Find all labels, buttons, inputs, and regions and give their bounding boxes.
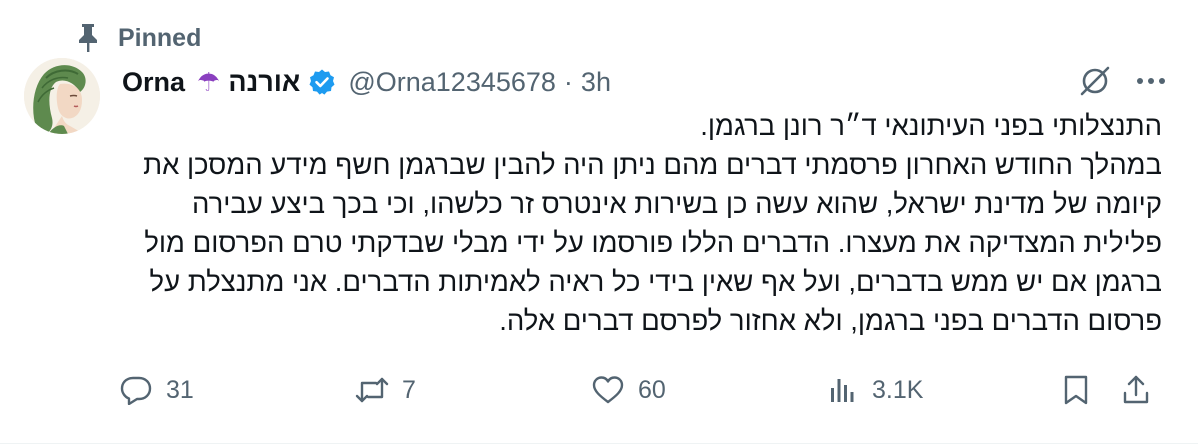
reply-icon [118,372,154,408]
tweet-header: Orna ☂ אורנה @Orna12345678 · 3h [122,62,1158,102]
views-count: 3.1K [872,375,924,404]
tweet-line: קיומה של מדינת ישראל, שהוא עשה כן בשירות… [191,188,1162,219]
views-button[interactable]: 3.1K [824,366,923,414]
tweet-card[interactable]: Pinned Orna ☂ אורנה @Orna12345678 · 3h ה… [0,0,1198,444]
share-icon [1118,372,1154,408]
bookmark-button[interactable] [1058,366,1094,414]
avatar[interactable] [24,58,100,134]
tweet-actions: 31 7 60 3.1K [118,366,1158,414]
pin-icon [72,22,104,54]
retweet-button[interactable]: 7 [354,366,416,414]
tweet-line: פלילית המצדיקה את מעצרו. הדברים הללו פור… [144,227,1162,258]
heart-icon [590,372,626,408]
like-count: 60 [638,375,666,404]
retweet-icon [354,372,390,408]
separator-dot: · [563,66,573,97]
tweet-line: ברגמן אם יש ממש בדברים, ועל אף שאין בידי… [149,266,1162,297]
retweet-count: 7 [402,375,416,404]
verified-badge-icon[interactable] [308,68,336,96]
bookmark-icon [1058,372,1094,408]
like-button[interactable]: 60 [590,366,666,414]
share-button[interactable] [1118,366,1154,414]
author-name[interactable]: Orna [122,67,185,98]
views-icon [824,372,860,408]
umbrella-emoji: ☂ [197,66,221,97]
reply-count: 31 [166,375,194,404]
author-name-hebrew[interactable]: אורנה [228,67,300,98]
more-options-icon[interactable] [1134,64,1168,98]
tweet-line: במהלך החודש האחרון פרסמתי דברים מהם ניתן… [143,149,1162,180]
grok-icon[interactable] [1078,64,1112,98]
tweet-line: פרסום הדברים בפני ברגמן, ולא אחזור לפרסם… [499,305,1162,336]
header-actions [1078,64,1168,98]
tweet-line: התנצלותי בפני העיתונאי ד״ר רונן ברגמן. [700,110,1162,141]
author-handle[interactable]: @Orna12345678 [348,67,556,98]
reply-button[interactable]: 31 [118,366,194,414]
tweet-text: התנצלותי בפני העיתונאי ד״ר רונן ברגמן. ב… [122,106,1162,340]
tweet-timestamp[interactable]: 3h [581,67,611,98]
pinned-label: Pinned [118,23,202,52]
pinned-indicator: Pinned [72,20,201,56]
